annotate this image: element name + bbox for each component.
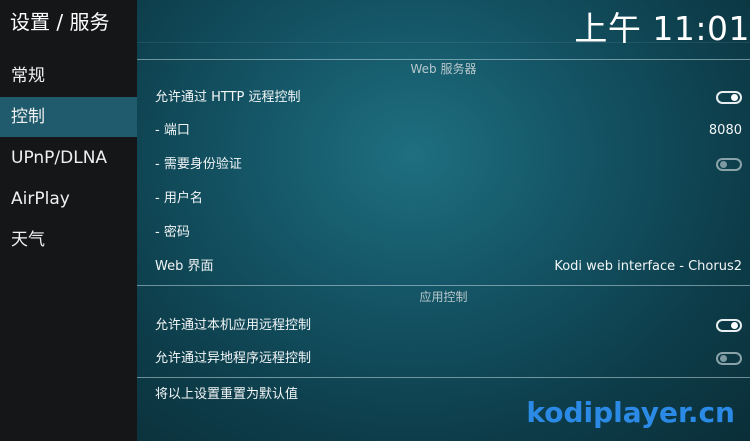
setting-row-password[interactable]: - 密码: [137, 216, 750, 250]
setting-row-http-remote-control[interactable]: 允许通过 HTTP 远程控制: [137, 81, 750, 115]
toggle-knob: [720, 161, 727, 168]
toggle-knob: [720, 355, 727, 362]
sidebar: 设置 / 服务 常规 控制 UPnP/DLNA AirPlay 天气: [0, 0, 137, 441]
setting-row-username[interactable]: - 用户名: [137, 182, 750, 216]
watermark-logo: kodiplayer.cn: [526, 396, 735, 429]
setting-label: - 端口: [155, 123, 190, 138]
toggle-switch-on[interactable]: [716, 319, 742, 332]
toggle-knob: [731, 94, 738, 101]
setting-row-port[interactable]: - 端口 8080: [137, 114, 750, 148]
setting-label: - 需要身份验证: [155, 157, 242, 172]
header-divider: [137, 42, 750, 43]
setting-label: Web 界面: [155, 259, 214, 274]
page-title: 设置 / 服务: [10, 10, 110, 34]
setting-row-local-app-control[interactable]: 允许通过本机应用远程控制: [137, 309, 750, 343]
setting-row-web-interface[interactable]: Web 界面 Kodi web interface - Chorus2: [137, 250, 750, 284]
setting-label: 允许通过异地程序远程控制: [155, 351, 312, 366]
toggle-switch-on[interactable]: [716, 91, 742, 104]
sidebar-item-general[interactable]: 常规: [0, 56, 137, 96]
setting-label: 允许通过 HTTP 远程控制: [155, 90, 301, 105]
setting-label: - 用户名: [155, 191, 203, 206]
section-header-app-control: 应用控制: [419, 290, 468, 304]
sidebar-item-upnp-dlna[interactable]: UPnP/DLNA: [0, 138, 137, 178]
toggle-knob: [731, 322, 738, 329]
sidebar-item-control[interactable]: 控制: [0, 97, 137, 137]
setting-row-require-auth[interactable]: - 需要身份验证: [137, 148, 750, 182]
setting-label: - 密码: [155, 225, 190, 240]
web-interface-value: Kodi web interface - Chorus2: [554, 259, 742, 274]
toggle-switch-off[interactable]: [716, 158, 742, 171]
port-value: 8080: [708, 123, 742, 138]
setting-label: 允许通过本机应用远程控制: [155, 318, 312, 333]
setting-label: 将以上设置重置为默认值: [155, 387, 299, 402]
setting-row-remote-app-control[interactable]: 允许通过异地程序远程控制: [137, 342, 750, 376]
section-header-web-server: Web 服务器: [410, 62, 477, 76]
toggle-switch-off[interactable]: [716, 352, 742, 365]
sidebar-item-weather[interactable]: 天气: [0, 220, 137, 260]
sidebar-item-airplay[interactable]: AirPlay: [0, 179, 137, 219]
